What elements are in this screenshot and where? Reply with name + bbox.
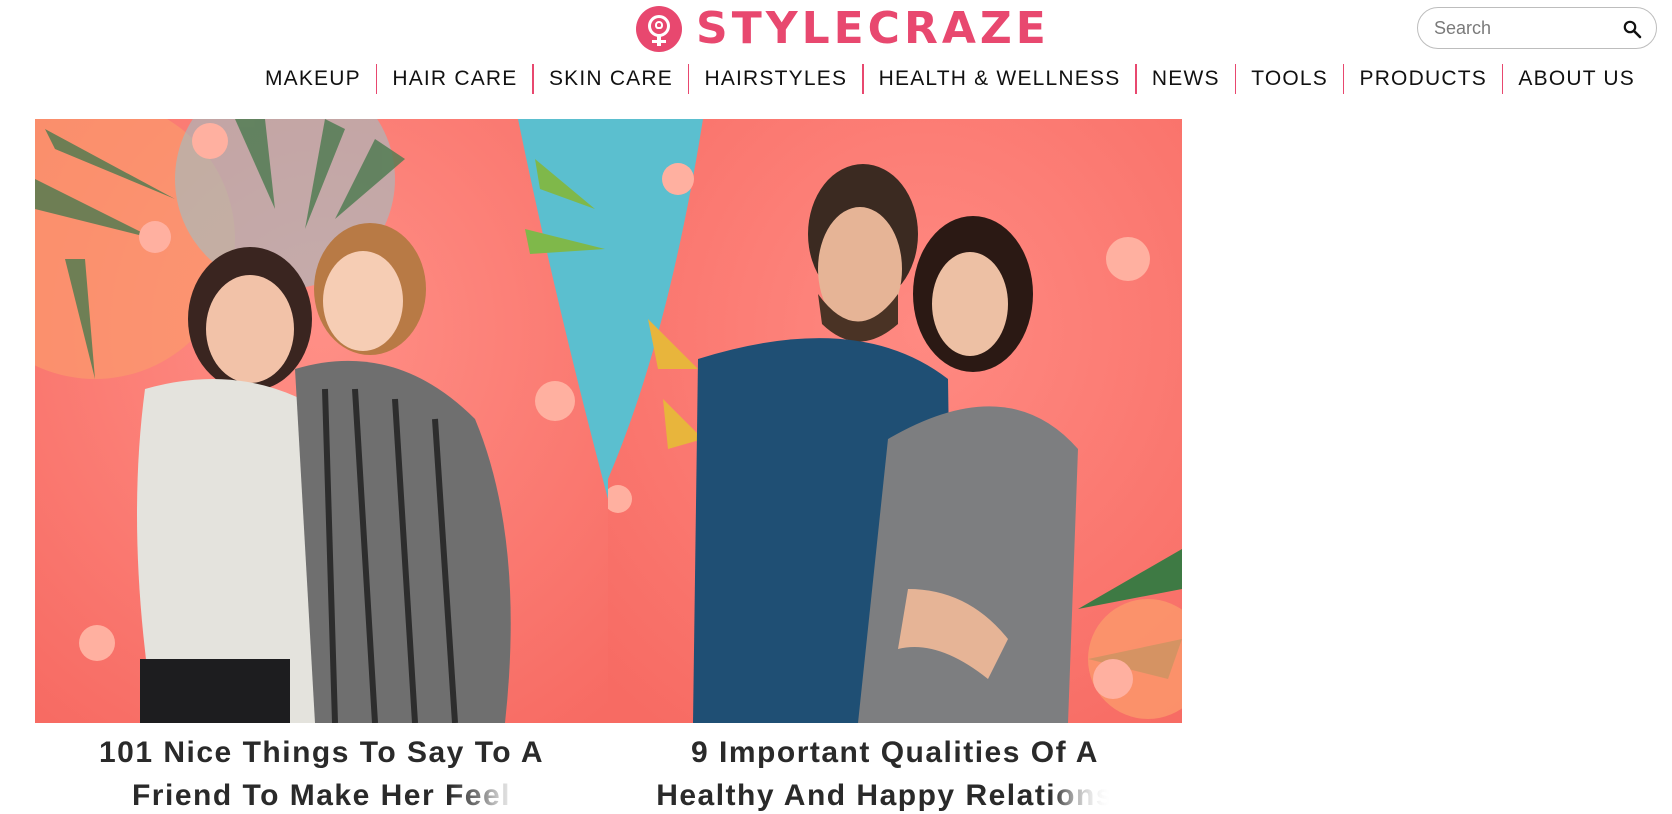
site-logo[interactable]: STYLECRAZE [636,6,1050,52]
article-title[interactable]: 9 Important Qualities Of A Healthy And H… [608,731,1182,814]
nav-item-makeup[interactable]: MAKEUP [250,64,376,94]
nav-item-products[interactable]: PRODUCTS [1344,64,1501,94]
nav-item-hairstyles[interactable]: HAIRSTYLES [689,64,862,94]
nav-item-tools[interactable]: TOOLS [1236,64,1343,94]
article-grid: 101 Nice Things To Say To A Friend To Ma… [35,119,1182,812]
article-card[interactable]: 9 Important Qualities Of A Healthy And H… [608,119,1182,812]
nav-item-news[interactable]: NEWS [1137,64,1235,94]
nav-item-health-wellness[interactable]: HEALTH & WELLNESS [864,64,1136,94]
brand-name: STYLECRAZE [696,3,1050,54]
venus-symbol-icon [636,6,682,52]
two-women-hugging-photo[interactable] [35,119,608,723]
article-title-line: 9 Important Qualities Of A [691,736,1099,769]
couple-embracing-photo[interactable] [608,119,1182,723]
article-card[interactable]: 101 Nice Things To Say To A Friend To Ma… [35,119,608,812]
article-title-line: Friend To Make Her Feel [131,779,512,812]
search-input[interactable] [1434,17,1624,39]
article-title[interactable]: 101 Nice Things To Say To A Friend To Ma… [35,731,608,814]
article-title-line: Healthy And Happy Relationsh [656,779,1134,812]
nav-item-skin-care[interactable]: SKIN CARE [534,64,688,94]
main-nav: MAKEUP HAIR CARE SKIN CARE HAIRSTYLES HE… [250,62,1650,96]
nav-item-about-us[interactable]: ABOUT US [1503,64,1650,94]
article-title-line: 101 Nice Things To Say To A [98,736,545,769]
nav-item-hair-care[interactable]: HAIR CARE [377,64,532,94]
search-box[interactable] [1417,7,1657,49]
search-icon[interactable] [1622,19,1642,39]
